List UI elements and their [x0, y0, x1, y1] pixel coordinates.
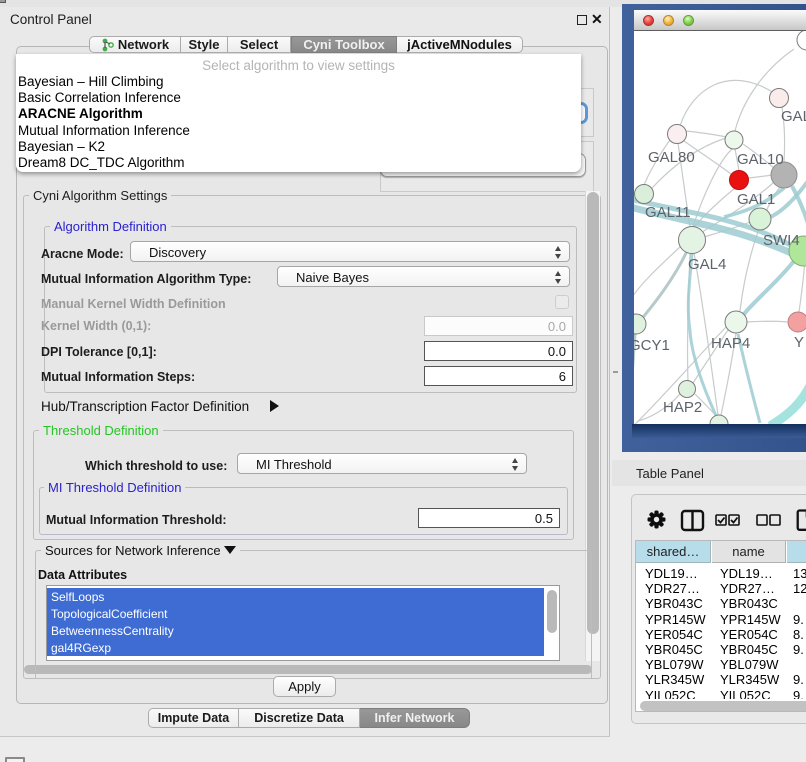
svg-text:GAL10: GAL10 — [737, 151, 784, 168]
svg-text:GAL11: GAL11 — [645, 204, 691, 221]
svg-text:SWI4: SWI4 — [763, 232, 800, 249]
svg-text:HAP4: HAP4 — [711, 335, 750, 352]
svg-text:GAL: GAL — [781, 108, 806, 125]
svg-text:GAL4: GAL4 — [688, 256, 726, 273]
svg-text:GAL80: GAL80 — [648, 149, 695, 166]
svg-text:Y: Y — [794, 334, 804, 351]
svg-text:GCY1: GCY1 — [634, 337, 670, 354]
svg-text:GAL1: GAL1 — [737, 191, 775, 208]
svg-text:HAP2: HAP2 — [663, 399, 702, 416]
